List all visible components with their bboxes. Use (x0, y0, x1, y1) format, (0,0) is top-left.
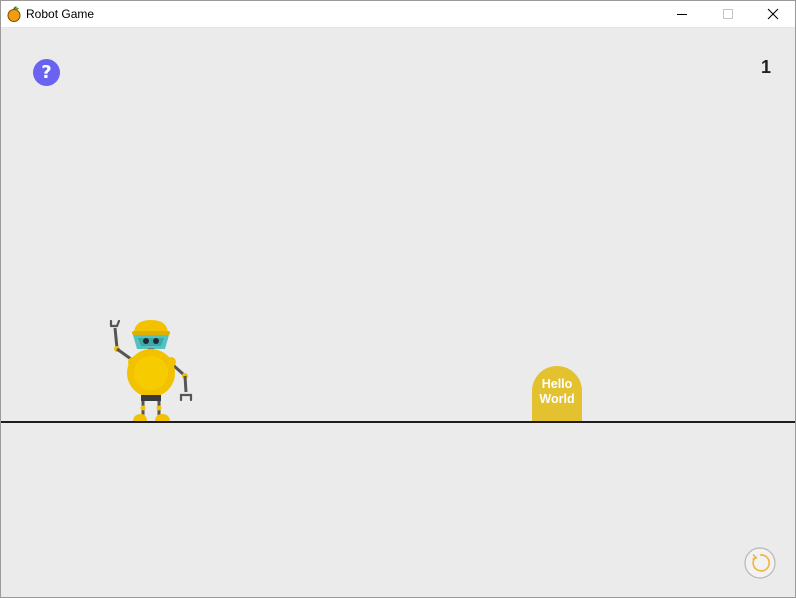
hello-world-sign[interactable]: Hello World (532, 366, 582, 421)
maximize-button[interactable] (705, 1, 751, 27)
robot-legs (133, 401, 170, 422)
question-icon: ? (41, 62, 52, 83)
help-button[interactable]: ? (33, 59, 60, 86)
robot-left-arm (109, 319, 132, 361)
score-counter: 1 (760, 57, 771, 77)
maximize-icon (723, 9, 733, 19)
robot-right-arm (171, 363, 193, 402)
robot-body (127, 349, 176, 401)
sign-text-line2: World (539, 392, 575, 406)
robot-game-window: Robot Game ? 1 Hello World (0, 0, 796, 598)
minimize-button[interactable] (659, 1, 705, 27)
sign-text-line1: Hello (541, 377, 573, 391)
robot-character[interactable] (105, 318, 197, 424)
ground-line (1, 421, 795, 423)
restart-icon[interactable] (744, 547, 776, 579)
orange-icon (7, 6, 21, 22)
close-icon (767, 8, 779, 20)
robot-head (132, 320, 170, 353)
game-area[interactable]: ? 1 Hello World (1, 28, 795, 597)
minimize-icon (677, 14, 687, 15)
window-title: Robot Game (26, 7, 95, 21)
close-button[interactable] (750, 1, 796, 27)
title-bar[interactable]: Robot Game (1, 1, 795, 28)
